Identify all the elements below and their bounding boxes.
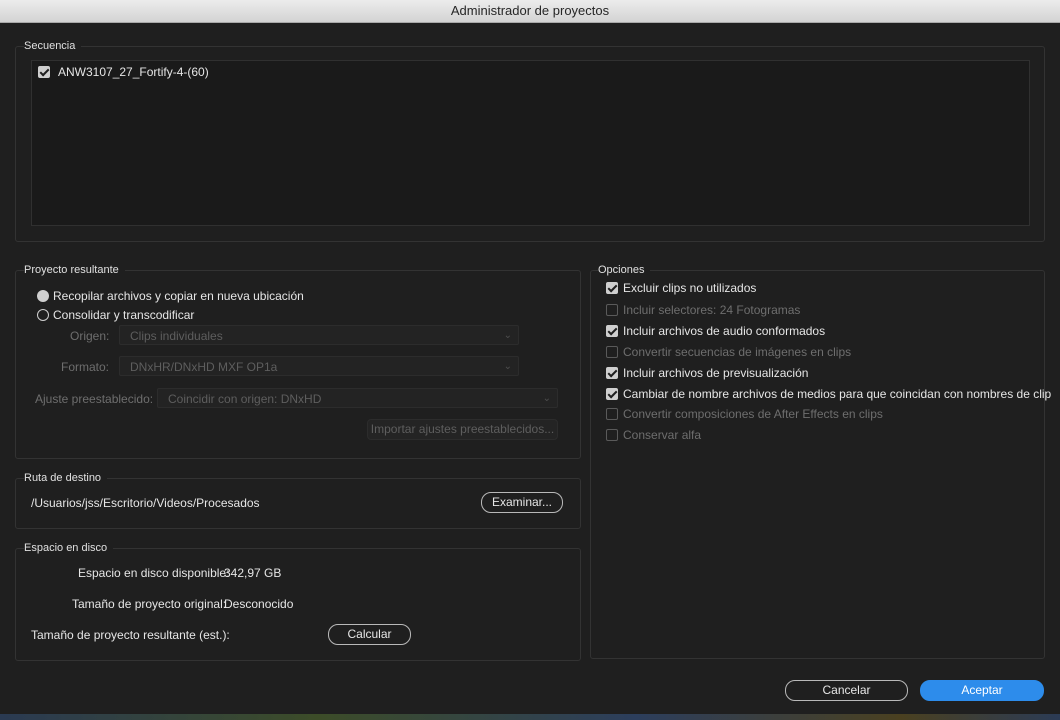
disk-available-label: Espacio en disco disponible:	[78, 566, 230, 580]
sequence-list	[31, 60, 1030, 226]
option-label-image-sequences: Convertir secuencias de imágenes en clip…	[623, 345, 852, 359]
option-label-rename-media: Cambiar de nombre archivos de medios par…	[623, 387, 1052, 401]
format-select-value: DNxHR/DNxHD MXF OP1a	[130, 360, 278, 374]
project-legend: Proyecto resultante	[24, 264, 125, 276]
original-size-value: Desconocido	[224, 597, 294, 611]
option-checkbox-conformed-audio[interactable]	[606, 325, 618, 337]
radio-collect-label: Recopilar archivos y copiar en nueva ubi…	[53, 289, 304, 303]
chevron-down-icon: ⌄	[503, 361, 512, 372]
chevron-down-icon: ⌄	[542, 393, 551, 404]
origin-select-value: Clips individuales	[130, 329, 223, 343]
option-checkbox-preserve-alpha	[606, 429, 618, 441]
option-checkbox-image-sequences	[606, 346, 618, 358]
option-checkbox-preview-files[interactable]	[606, 367, 618, 379]
radio-collect[interactable]	[37, 290, 49, 302]
browse-button[interactable]: Examinar...	[481, 492, 563, 513]
sequence-legend: Secuencia	[24, 40, 82, 52]
option-checkbox-exclude-unused[interactable]	[606, 282, 618, 294]
radio-consolidate[interactable]	[37, 309, 49, 321]
option-label-include-handles: Incluir selectores: 24 Fotogramas	[623, 303, 801, 317]
preset-label: Ajuste preestablecido:	[35, 392, 154, 406]
option-label-preview-files: Incluir archivos de previsualización	[623, 366, 809, 380]
option-label-preserve-alpha: Conservar alfa	[623, 428, 702, 442]
format-select: DNxHR/DNxHD MXF OP1a ⌄	[119, 356, 519, 376]
preset-select: Coincidir con origen: DNxHD ⌄	[157, 388, 558, 408]
options-legend: Opciones	[598, 264, 651, 276]
radio-consolidate-label: Consolidar y transcodificar	[53, 308, 195, 322]
option-checkbox-rename-media[interactable]	[606, 388, 618, 400]
preset-select-value: Coincidir con origen: DNxHD	[168, 392, 322, 406]
cancel-button[interactable]: Cancelar	[785, 680, 908, 701]
option-label-exclude-unused: Excluir clips no utilizados	[623, 281, 757, 295]
sequence-checkbox[interactable]	[38, 66, 50, 78]
option-label-after-effects: Convertir composiciones de After Effects…	[623, 407, 883, 421]
window-title: Administrador de proyectos	[0, 0, 1060, 23]
origin-label: Origen:	[70, 329, 110, 343]
import-presets-button: Importar ajustes preestablecidos...	[367, 419, 558, 440]
option-checkbox-after-effects	[606, 408, 618, 420]
destination-legend: Ruta de destino	[24, 472, 108, 484]
accept-button[interactable]: Aceptar	[920, 680, 1044, 701]
origin-select: Clips individuales ⌄	[119, 325, 519, 345]
destination-path: /Usuarios/jss/Escritorio/Videos/Procesad…	[31, 496, 260, 510]
result-size-label: Tamaño de proyecto resultante (est.):	[31, 628, 230, 642]
sequence-item-label: ANW3107_27_Fortify-4-(60)	[58, 65, 209, 79]
disk-available-value: 342,97 GB	[224, 566, 282, 580]
taskbar-strip	[0, 714, 1060, 720]
original-size-label: Tamaño de proyecto original:	[72, 597, 227, 611]
option-label-conformed-audio: Incluir archivos de audio conformados	[623, 324, 826, 338]
disk-legend: Espacio en disco	[24, 542, 114, 554]
calculate-button[interactable]: Calcular	[328, 624, 411, 645]
option-checkbox-include-handles	[606, 304, 618, 316]
format-label: Formato:	[61, 360, 110, 374]
chevron-down-icon: ⌄	[503, 330, 512, 341]
